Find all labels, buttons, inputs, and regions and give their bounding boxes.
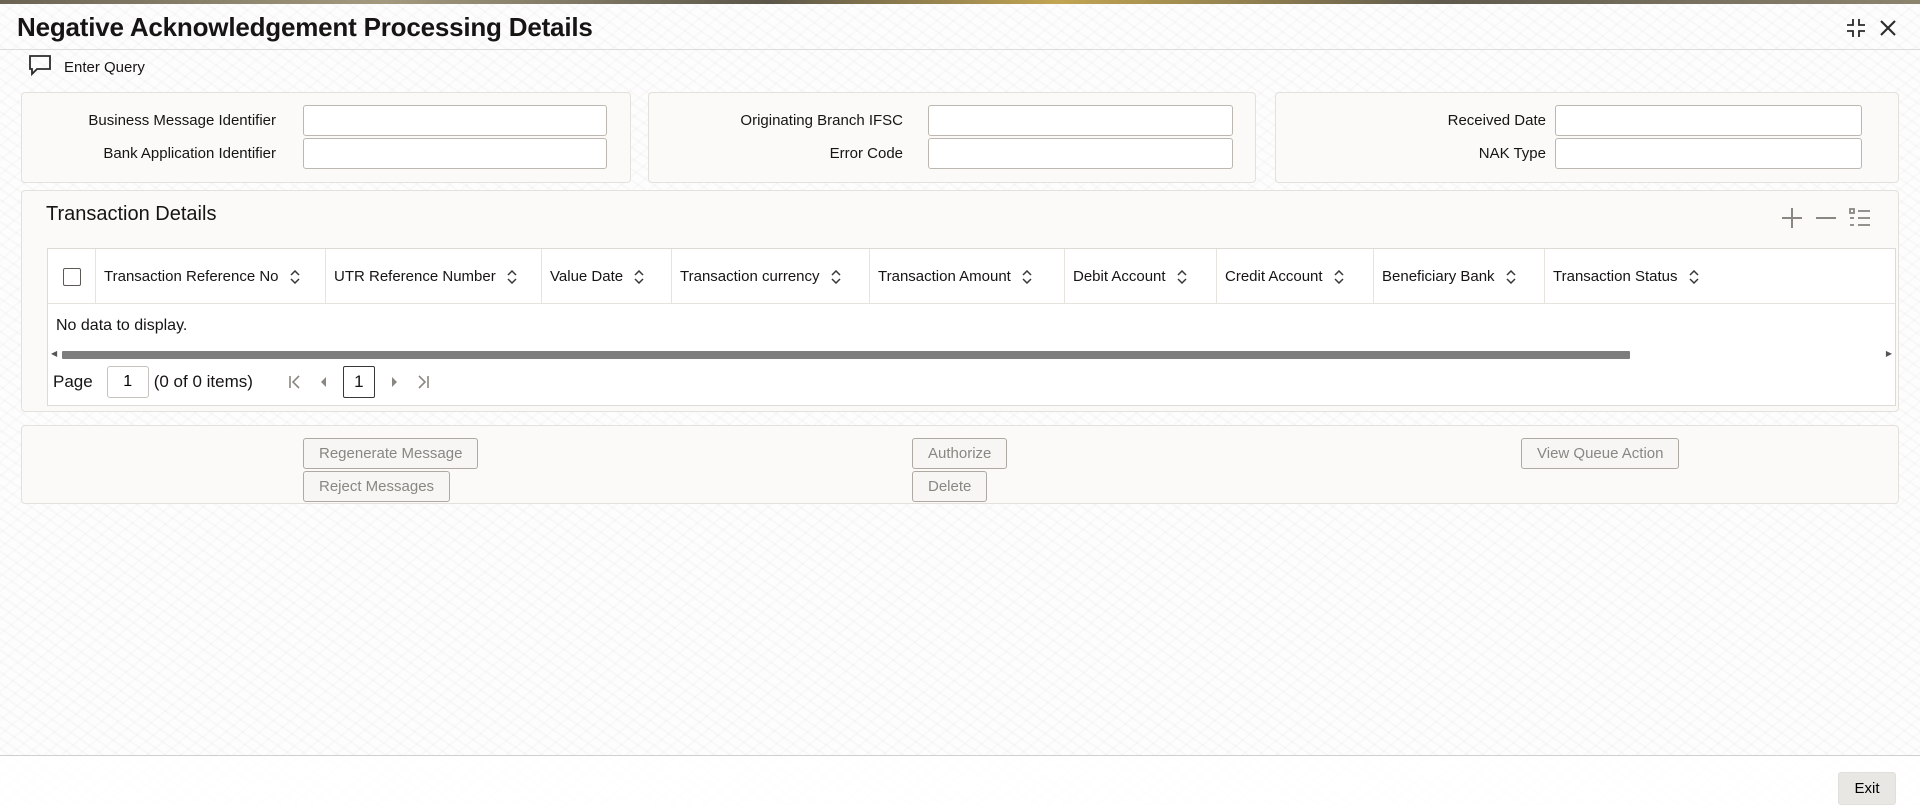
sort-icon[interactable] [1333, 269, 1345, 284]
list-settings-icon[interactable] [1848, 206, 1872, 230]
column-header-utr-reference-number[interactable]: UTR Reference Number [326, 249, 542, 304]
originating-branch-ifsc-label: Originating Branch IFSC [740, 112, 903, 129]
nak-type-label: NAK Type [1478, 145, 1546, 162]
column-header-debit-account[interactable]: Debit Account [1065, 249, 1217, 304]
column-header-transaction-amount[interactable]: Transaction Amount [870, 249, 1065, 304]
horizontal-scrollbar[interactable]: ◀ ▶ [48, 348, 1895, 360]
minus-icon[interactable] [1814, 206, 1838, 230]
scroll-right-icon[interactable]: ▶ [1886, 349, 1892, 358]
criteria-panel-middle: Originating Branch IFSC Error Code [648, 92, 1256, 183]
originating-branch-ifsc-row: Originating Branch IFSC [649, 105, 1255, 137]
column-header-transaction-reference-no[interactable]: Transaction Reference No [96, 249, 326, 304]
sort-icon[interactable] [633, 269, 645, 284]
transaction-details-table: Transaction Reference No UTR Reference N… [47, 248, 1896, 406]
column-header-label: Transaction Status [1553, 268, 1678, 285]
sort-icon[interactable] [1176, 269, 1188, 284]
business-message-identifier-row: Business Message Identifier [22, 105, 630, 137]
bank-application-identifier-row: Bank Application Identifier [22, 138, 630, 170]
enter-query-label: Enter Query [64, 58, 145, 76]
chat-bubble-icon [28, 54, 52, 81]
items-count: (0 of 0 items) [153, 372, 253, 391]
grid-toolbar [1780, 206, 1872, 230]
view-queue-action-button[interactable]: View Queue Action [1521, 438, 1680, 469]
last-page-icon[interactable] [409, 374, 437, 390]
sort-icon[interactable] [1021, 269, 1033, 284]
column-header-label: Value Date [550, 268, 624, 285]
sort-icon[interactable] [506, 269, 518, 284]
column-header-beneficiary-bank[interactable]: Beneficiary Bank [1374, 249, 1545, 304]
received-date-input[interactable] [1555, 105, 1862, 136]
sort-icon[interactable] [289, 269, 301, 284]
footer-bar: Exit [0, 755, 1920, 805]
scroll-left-icon[interactable]: ◀ [51, 349, 57, 358]
received-date-label: Received Date [1447, 112, 1546, 129]
scrollbar-thumb[interactable] [62, 351, 1630, 359]
column-header-value-date[interactable]: Value Date [542, 249, 672, 304]
received-date-row: Received Date [1276, 105, 1898, 137]
page-title: Negative Acknowledgement Processing Deta… [17, 12, 593, 42]
column-header-label: Transaction Amount [878, 268, 1011, 285]
error-code-row: Error Code [649, 138, 1255, 170]
sort-icon[interactable] [830, 269, 842, 284]
regenerate-message-button[interactable]: Regenerate Message [303, 438, 479, 469]
title-bar: Negative Acknowledgement Processing Deta… [0, 4, 1920, 50]
authorize-button[interactable]: Authorize [912, 438, 1008, 469]
nak-type-row: NAK Type [1276, 138, 1898, 170]
originating-branch-ifsc-input[interactable] [928, 105, 1233, 136]
business-message-identifier-label: Business Message Identifier [88, 112, 276, 129]
column-header-label: Transaction Reference No [104, 268, 279, 285]
sort-icon[interactable] [1688, 269, 1700, 284]
plus-icon[interactable] [1780, 206, 1804, 230]
previous-page-icon[interactable] [309, 375, 337, 389]
column-header-label: Credit Account [1225, 268, 1323, 285]
nak-type-input[interactable] [1555, 138, 1862, 169]
table-header: Transaction Reference No UTR Reference N… [48, 249, 1895, 304]
page-number-input[interactable] [106, 366, 149, 398]
column-header-label: Transaction currency [680, 268, 820, 285]
column-header-transaction-status[interactable]: Transaction Status [1545, 249, 1895, 304]
close-icon[interactable] [1874, 14, 1902, 42]
column-header-transaction-currency[interactable]: Transaction currency [672, 249, 870, 304]
business-message-identifier-input[interactable] [303, 105, 607, 136]
column-header-credit-account[interactable]: Credit Account [1217, 249, 1374, 304]
next-page-icon[interactable] [381, 375, 409, 389]
delete-button[interactable]: Delete [912, 471, 988, 502]
sort-icon[interactable] [1505, 269, 1517, 284]
restore-icon[interactable] [1842, 14, 1870, 42]
column-header-label: Beneficiary Bank [1382, 268, 1495, 285]
error-code-input[interactable] [928, 138, 1233, 169]
transaction-details-title: Transaction Details [46, 203, 217, 225]
criteria-panel-left: Business Message Identifier Bank Applica… [21, 92, 631, 183]
select-all-checkbox[interactable] [62, 267, 81, 286]
error-code-label: Error Code [829, 145, 903, 162]
enter-query-button[interactable]: Enter Query [28, 54, 145, 80]
column-header-label: Debit Account [1073, 268, 1166, 285]
column-header-label: UTR Reference Number [334, 268, 496, 285]
actions-panel: Regenerate Message Reject Messages Autho… [21, 425, 1899, 504]
current-page-button[interactable]: 1 [342, 366, 375, 398]
exit-button[interactable]: Exit [1838, 772, 1896, 805]
criteria-panel-right: Received Date NAK Type [1275, 92, 1899, 183]
page-label: Page [53, 372, 93, 391]
empty-table-message: No data to display. [56, 317, 188, 334]
reject-messages-button[interactable]: Reject Messages [303, 471, 451, 502]
bank-application-identifier-label: Bank Application Identifier [103, 145, 276, 162]
first-page-icon[interactable] [281, 374, 309, 390]
bank-application-identifier-input[interactable] [303, 138, 607, 169]
select-all-cell [48, 249, 96, 304]
transaction-details-panel: Transaction Details Transaction Referenc… [21, 190, 1899, 412]
pagination: Page (0 of 0 items) 1 [53, 365, 437, 399]
